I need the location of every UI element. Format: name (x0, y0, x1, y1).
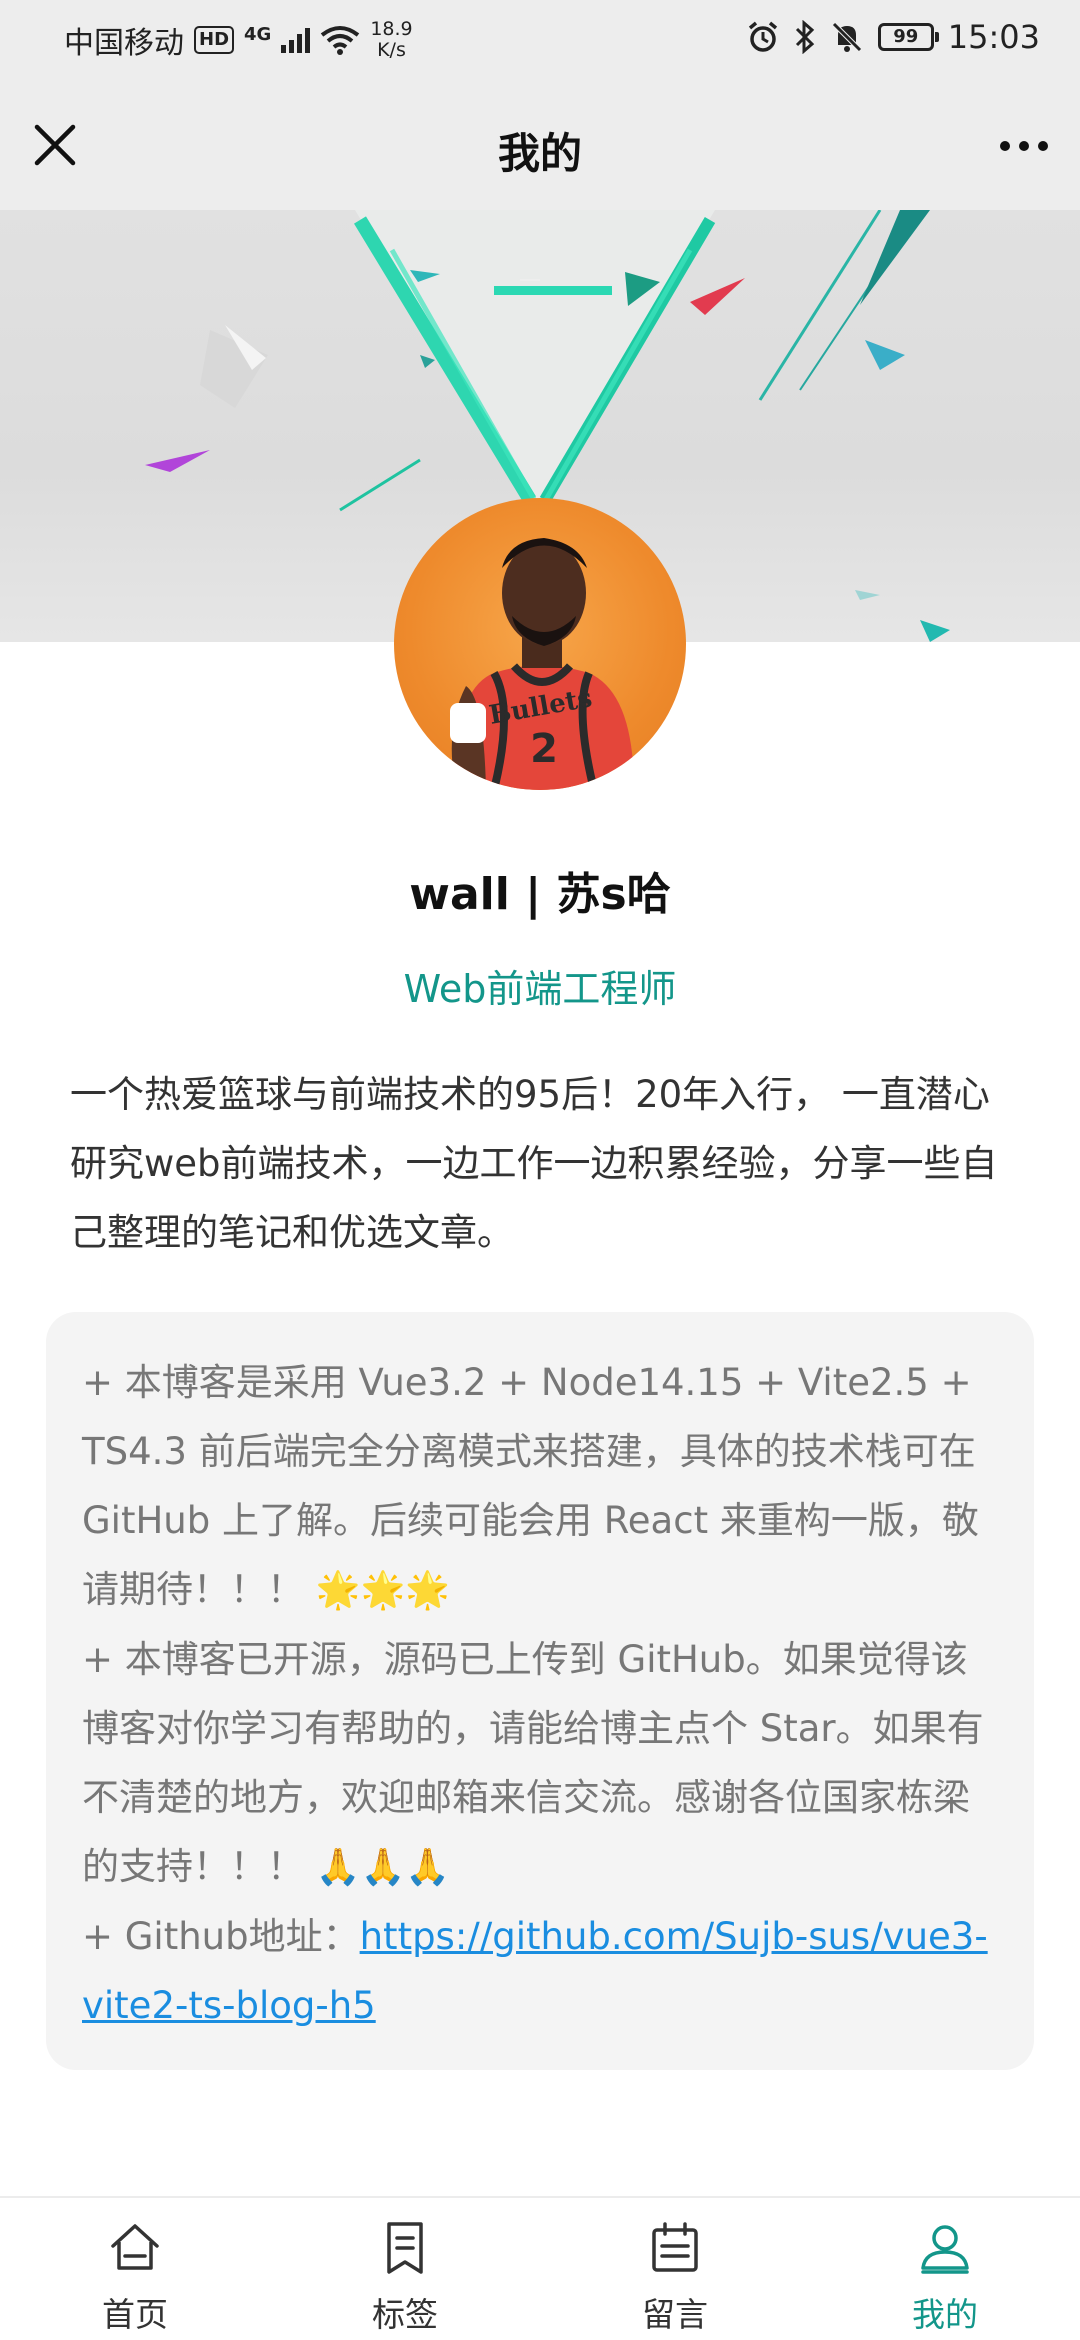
signal-icon (281, 27, 311, 53)
pray-emoji-icon: 🙏🙏🙏 (315, 1847, 451, 1888)
status-bar: 中国移动 HD 4G 18.9 K/s 99 15:03 (0, 0, 1080, 84)
status-left: 中国移动 HD 4G 18.9 K/s (64, 18, 413, 62)
home-icon (111, 2224, 159, 2270)
more-icon[interactable] (992, 124, 1056, 168)
blog-info-paragraph-2: + 本博客已开源，源码已上传到 GitHub。如果觉得该博客对你学习有帮助的，请… (82, 1625, 998, 1902)
star-emoji-icon: 🌟🌟🌟 (315, 1570, 451, 1611)
github-label: + Github地址： (82, 1915, 360, 1958)
blog-info-text-2: + 本博客已开源，源码已上传到 GitHub。如果觉得该博客对你学习有帮助的，请… (82, 1638, 984, 1888)
wifi-icon (321, 26, 360, 55)
network-speed: 18.9 K/s (370, 19, 412, 61)
profile-name: wall | 苏s哈 (409, 869, 671, 920)
blog-info-paragraph-1: + 本博客是采用 Vue3.2 + Node14.15 + Vite2.5 + … (82, 1348, 998, 1625)
calendar-icon (652, 2222, 698, 2272)
tab-home-label: 首页 (102, 2295, 168, 2334)
status-right: 99 15:03 (746, 18, 1040, 56)
user-icon (921, 2225, 969, 2274)
mute-bell-icon (832, 22, 862, 52)
blog-info-card: + 本博客是采用 Vue3.2 + Node14.15 + Vite2.5 + … (46, 1312, 1034, 2070)
tab-home[interactable]: 首页 (0, 2198, 270, 2340)
network-speed-unit: K/s (377, 39, 406, 61)
page-title: 我的 (497, 129, 582, 178)
avatar-photo: Bullets 2 (450, 538, 634, 790)
bluetooth-icon (795, 20, 814, 54)
svg-text:2: 2 (530, 726, 558, 772)
network-speed-value: 18.9 (370, 18, 413, 40)
clock: 15:03 (947, 18, 1040, 56)
blog-info-text-1: + 本博客是采用 Vue3.2 + Node14.15 + Vite2.5 + … (82, 1361, 979, 1611)
tab-tags[interactable]: 标签 (270, 2198, 540, 2340)
hd-badge: HD (194, 26, 235, 54)
tab-messages[interactable]: 留言 (540, 2198, 810, 2340)
carrier-name: 中国移动 (64, 26, 184, 61)
nav-bar: 我的 (0, 84, 1080, 210)
profile-intro: 一个热爱篮球与前端技术的95后！20年入行， 一直潜心研究web前端技术，一边工… (70, 1073, 998, 1254)
profile-job-title: Web前端工程师 (403, 967, 677, 1011)
bottom-tab-bar: 首页 标签 留言 我的 (0, 2196, 1080, 2340)
tab-tags-label: 标签 (372, 2295, 438, 2334)
avatar[interactable]: Bullets 2 (394, 498, 686, 790)
tab-messages-label: 留言 (642, 2295, 708, 2334)
blog-info-paragraph-3: + Github地址：https://github.com/Sujb-sus/v… (82, 1902, 998, 2040)
tab-mine[interactable]: 我的 (810, 2198, 1080, 2340)
network-type: 4G (244, 23, 272, 45)
bookmark-icon (387, 2222, 423, 2274)
tab-mine-label: 我的 (912, 2295, 978, 2334)
battery-icon: 99 (877, 23, 939, 51)
alarm-icon (748, 21, 777, 52)
